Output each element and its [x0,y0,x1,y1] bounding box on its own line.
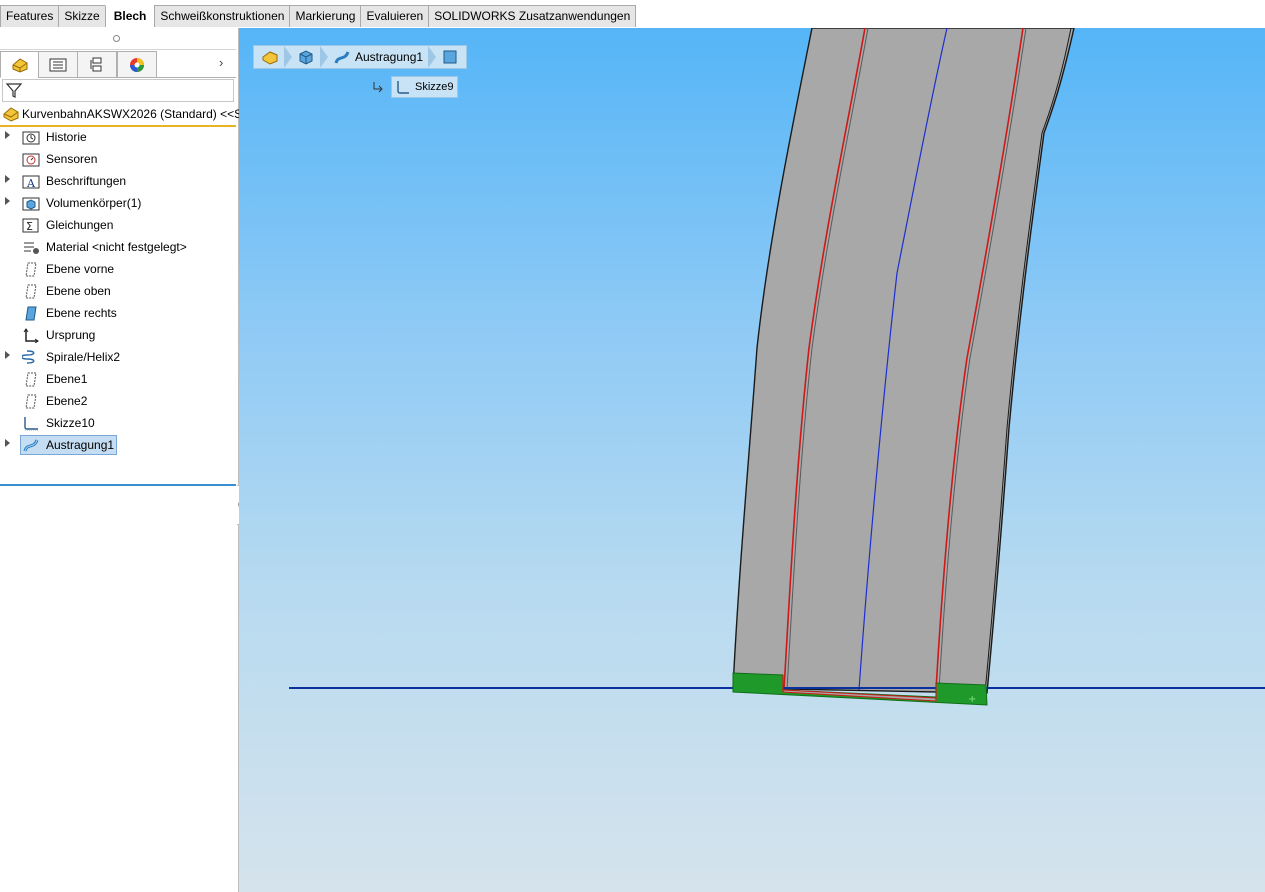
sketch-icon [24,417,38,431]
tree-item-volumenkörper-1[interactable]: Volumenkörper(1) [0,192,236,214]
tree-item-historie[interactable]: Historie [0,126,236,148]
solid-body-icon [299,50,313,65]
feature-tree: Historie Sensoren A Beschriftungen Volumenkö… [0,126,236,456]
plane-selected-icon [25,306,37,321]
expand-arrow-icon[interactable] [5,175,10,183]
tree-item-sensoren[interactable]: Sensoren [0,148,236,170]
tree-item-ebene-oben[interactable]: Ebene oben [0,280,236,302]
tree-item-label: Material <nicht festgelegt> [46,240,187,254]
tree-root[interactable]: KurvenbahnAKSWX2026 (Standard) <<St [0,103,245,127]
breadcrumb-part[interactable] [258,46,282,68]
tree-item-spirale-helix2[interactable]: Spirale/Helix2 [0,346,236,368]
breadcrumb-sub: Skizze9 [371,76,458,98]
plane-icon [25,394,37,409]
part-icon [3,107,19,122]
tab-markierung[interactable]: Markierung [289,5,362,27]
annotations-icon: A [22,175,40,189]
tree-item-label: Sensoren [46,152,98,166]
tree-item-label: Spirale/Helix2 [46,350,121,364]
filter-icon [5,83,23,98]
breadcrumb-sketch-label: Skizze9 [415,81,454,93]
tree-item-austragung1[interactable]: Austragung1 [0,434,236,456]
plane-icon [25,262,37,277]
expand-arrow-icon[interactable] [5,131,10,139]
breadcrumb-sketch[interactable]: Skizze9 [391,76,458,98]
tree-item-label: Ebene2 [46,394,88,408]
displaymanager-tab[interactable] [117,51,157,78]
sketch-icon [397,81,409,94]
plane-icon [25,284,37,299]
tree-item-label: Austragung1 [46,438,115,452]
model-view[interactable]: + [239,28,1265,892]
configurationmanager-icon [90,57,102,71]
tree-root-label: KurvenbahnAKSWX2026 (Standard) <<St [22,107,246,121]
featuremanager-tab[interactable] [0,51,40,78]
history-folder-icon [22,131,40,145]
breadcrumb-face[interactable] [438,46,462,68]
sensor-icon [22,153,40,167]
tree-item-ebene-vorne[interactable]: Ebene vorne [0,258,236,280]
expand-arrow-icon[interactable] [5,351,10,359]
breadcrumb-feature-label: Austragung1 [355,50,424,64]
breadcrumb-feature[interactable]: Austragung1 [330,46,426,68]
helix-icon [22,350,35,364]
end-face-origin-mark: + [968,694,976,705]
tree-item-label: Skizze10 [46,416,95,430]
breadcrumb-body[interactable] [294,46,318,68]
tree-item-label: Ebene rechts [46,306,117,320]
sweep-icon [23,439,39,452]
tree-item-gleichungen[interactable]: Σ Gleichungen [0,214,236,236]
featuremanager-icon [12,57,28,73]
tree-item-ebene2[interactable]: Ebene2 [0,390,236,412]
propertymanager-tab[interactable] [38,51,78,78]
command-tabs: Features Skizze Blech Schweißkonstruktionen… [0,5,637,27]
tree-item-label: Ebene vorne [46,262,115,276]
tab-evaluieren[interactable]: Evaluieren [360,5,430,27]
breadcrumb: Austragung1 [253,45,468,69]
sweep-body [732,28,1075,694]
tree-item-ebene1[interactable]: Ebene1 [0,368,236,390]
origin-icon [23,328,39,343]
equations-icon: Σ [22,218,39,233]
tree-item-material-nicht-festgelegt[interactable]: Material <nicht festgelegt> [0,236,236,258]
panel-grip[interactable] [0,28,236,50]
part-icon [262,51,278,65]
tree-item-label: Ebene1 [46,372,88,386]
tree-item-label: Gleichungen [46,218,114,232]
tree-item-ursprung[interactable]: Ursprung [0,324,236,346]
expand-arrow-icon[interactable] [5,439,10,447]
tab-blech[interactable]: Blech [104,5,156,27]
child-arrow-icon [373,82,383,93]
face-icon [443,50,457,64]
tree-item-label: Volumenkörper(1) [46,196,142,210]
feature-manager-panel: › KurvenbahnAKSWX2026 (Standard) <<St Hi… [0,28,245,892]
tab-skizze[interactable]: Skizze [58,5,106,27]
sweep-icon [334,51,350,64]
tree-item-ebene-rechts[interactable]: Ebene rechts [0,302,236,324]
displaymanager-icon [130,57,144,72]
svg-text:A: A [26,177,36,189]
rollback-bar[interactable] [0,484,236,486]
tab-solidworks-zusatzanwendungen[interactable]: SOLIDWORKS Zusatzanwendungen [428,5,637,27]
tab-features[interactable]: Features [0,5,60,27]
tab-schwei-konstruktionen[interactable]: Schweißkonstruktionen [154,5,291,27]
expand-arrow-icon[interactable] [5,197,10,205]
filter-box[interactable] [2,79,234,102]
graphics-viewport[interactable]: + Austragung1 Skizze9 [239,28,1265,892]
tree-item-beschriftungen[interactable]: A Beschriftungen [0,170,236,192]
propertymanager-icon [49,58,67,71]
plane-icon [25,372,37,387]
manager-tabs: › [0,50,236,78]
chevron-right-icon[interactable]: › [219,55,223,70]
command-manager-tabbar: Features Skizze Blech Schweißkonstruktionen… [0,0,1265,28]
configurationmanager-tab[interactable] [77,51,117,78]
tree-item-label: Ebene oben [46,284,111,298]
solid-bodies-icon [22,197,40,211]
svg-text:Σ: Σ [26,220,33,233]
material-icon [24,242,39,254]
tree-item-label: Beschriftungen [46,174,127,188]
tree-item-label: Ursprung [46,328,96,342]
tree-item-label: Historie [46,130,87,144]
tree-item-skizze10[interactable]: Skizze10 [0,412,236,434]
